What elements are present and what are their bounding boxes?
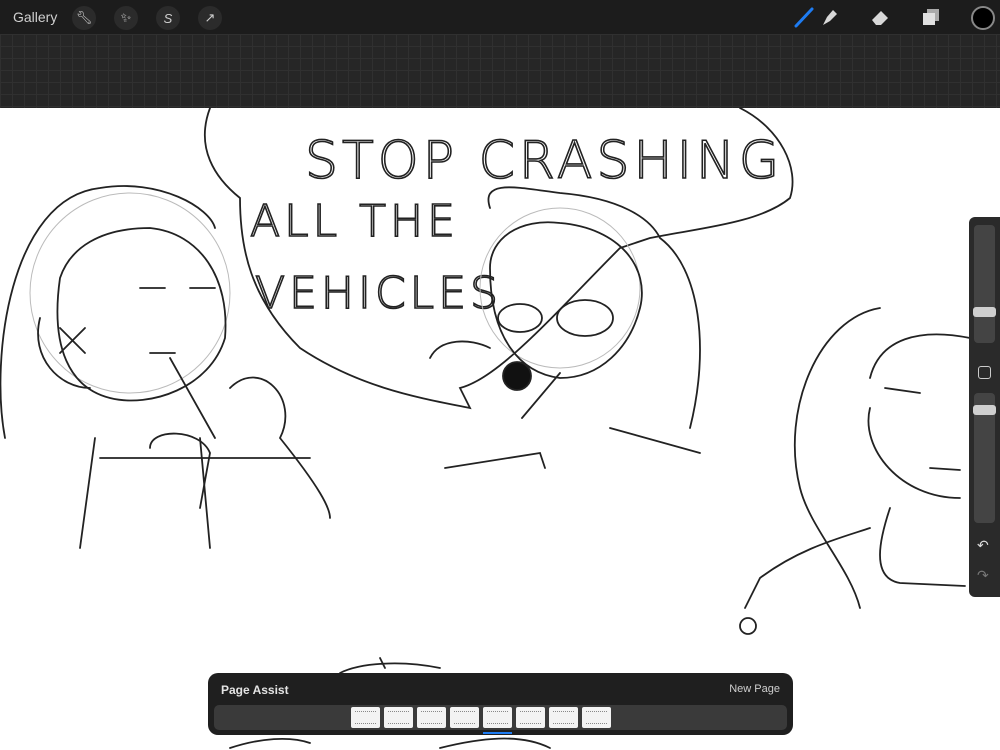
opacity-slider[interactable] bbox=[973, 393, 996, 523]
character-middle-sketch bbox=[429, 186, 701, 469]
color-picker-button[interactable] bbox=[971, 6, 995, 30]
page-thumbnail-4[interactable] bbox=[450, 707, 479, 728]
gallery-button[interactable]: Gallery bbox=[13, 9, 57, 25]
smudge-icon[interactable] bbox=[817, 5, 841, 29]
eraser-icon[interactable] bbox=[868, 5, 892, 29]
side-toolbar: ↶ ↷ bbox=[969, 217, 1000, 597]
brush-size-slider[interactable] bbox=[973, 225, 996, 343]
page-thumbnail-8[interactable] bbox=[582, 707, 611, 728]
brush-icon[interactable] bbox=[792, 5, 816, 29]
new-page-button[interactable]: New Page bbox=[729, 683, 780, 695]
undo-icon[interactable]: ↶ bbox=[977, 537, 989, 554]
speech-text-line3: VEHICLES bbox=[255, 268, 502, 319]
page-thumbnail-6[interactable] bbox=[516, 707, 545, 728]
top-toolbar: Gallery 🔧︎ ✨︎ S ↗ bbox=[0, 0, 1000, 34]
opacity-thumb[interactable] bbox=[973, 405, 996, 415]
drawing-canvas[interactable]: STOP CRASHING ALL THE VEHICLES bbox=[0, 108, 1000, 750]
wrench-icon[interactable]: 🔧︎ bbox=[72, 6, 96, 30]
magic-wand-icon[interactable]: ✨︎ bbox=[114, 6, 138, 30]
canvas-background-grid bbox=[0, 34, 1000, 108]
transform-arrow-icon[interactable]: ↗ bbox=[198, 6, 222, 30]
page-assist-title: Page Assist bbox=[221, 683, 289, 697]
selection-icon[interactable]: S bbox=[156, 6, 180, 30]
layers-icon[interactable] bbox=[919, 5, 943, 29]
page-thumbnail-7[interactable] bbox=[549, 707, 578, 728]
character-right-sketch bbox=[739, 307, 971, 635]
page-thumbnail-1[interactable] bbox=[351, 707, 380, 728]
redo-icon[interactable]: ↷ bbox=[977, 567, 989, 584]
page-strip[interactable] bbox=[214, 705, 787, 734]
brush-size-thumb[interactable] bbox=[973, 307, 996, 317]
page-thumbnail-5-selected[interactable] bbox=[483, 707, 512, 734]
page-thumbnail-3[interactable] bbox=[417, 707, 446, 728]
page-assist-panel: Page Assist New Page bbox=[208, 673, 793, 735]
speech-text-line2: ALL THE bbox=[250, 196, 459, 247]
speech-text-line1: STOP CRASHING bbox=[305, 131, 783, 191]
page-thumbnail-2[interactable] bbox=[384, 707, 413, 728]
modify-button[interactable] bbox=[978, 366, 991, 379]
